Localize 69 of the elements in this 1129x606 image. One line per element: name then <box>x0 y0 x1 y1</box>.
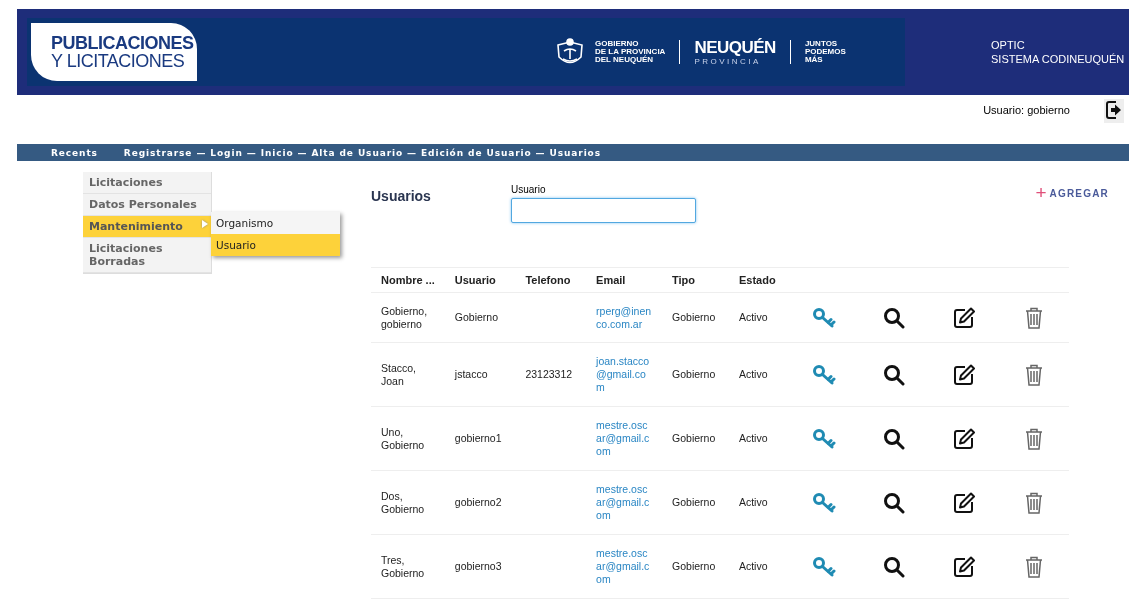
email-link[interactable]: mestre.oscar@gmail.com <box>596 419 653 458</box>
key-icon[interactable] <box>812 427 836 450</box>
edit-icon[interactable] <box>953 427 975 450</box>
table-cell: Stacco, Joan <box>371 342 445 407</box>
column-header: Nombre ... <box>371 267 445 293</box>
slogan: JUNTOS PODEMOS MÁS <box>804 40 846 64</box>
table-cell: Gobierno, gobierno <box>371 292 445 343</box>
table-cell: Gobierno <box>662 406 729 471</box>
table-cell: Activo <box>728 406 789 471</box>
table-cell: Gobierno <box>444 292 516 343</box>
table-cell: Dos, Gobierno <box>371 470 445 535</box>
table-cell: gobierno3 <box>444 534 516 599</box>
email-link[interactable]: joan.stacco@gmail.com <box>596 355 653 394</box>
edit-icon[interactable] <box>953 363 975 386</box>
user-filter-field[interactable] <box>511 198 696 223</box>
app-logo: PUBLICACIONES Y LICITACIONES <box>31 23 197 81</box>
table-cell: Activo <box>728 292 789 343</box>
trash-icon[interactable] <box>1025 306 1043 329</box>
column-header: Estado <box>728 267 789 293</box>
search-icon[interactable] <box>883 491 905 514</box>
table-cell: gobierno2 <box>444 470 516 535</box>
submenu-item[interactable]: Organismo <box>211 212 340 234</box>
province-name: NEUQUÉN <box>694 38 776 57</box>
table-cell: Tres, Gobierno <box>371 534 445 599</box>
filter-label: Usuario <box>511 184 547 195</box>
search-icon[interactable] <box>883 427 905 450</box>
table-cell: gobierno1 <box>444 406 516 471</box>
email-link[interactable]: rperg@inenco.com.ar <box>596 304 653 331</box>
search-icon[interactable] <box>883 363 905 386</box>
email-link[interactable]: mestre.oscar@gmail.com <box>596 483 653 522</box>
user-label: Usuario: gobierno <box>983 104 1070 116</box>
key-icon[interactable] <box>812 363 836 386</box>
submenu-item[interactable]: Usuario <box>211 234 340 256</box>
table-cell: Activo <box>728 534 789 599</box>
trash-icon[interactable] <box>1025 427 1043 450</box>
edit-icon[interactable] <box>953 306 975 329</box>
column-header: Telefono <box>515 267 587 293</box>
table-cell: Activo <box>728 342 789 407</box>
edit-icon[interactable] <box>953 491 975 514</box>
table-cell: Uno, Gobierno <box>371 406 445 471</box>
table-cell: Gobierno <box>662 470 729 535</box>
trash-icon[interactable] <box>1025 363 1043 386</box>
key-icon[interactable] <box>812 555 836 578</box>
recents-label: Recents <box>51 147 98 158</box>
add-button[interactable]: +AGREGAR <box>1035 186 1109 200</box>
trash-icon[interactable] <box>1025 555 1043 578</box>
search-icon[interactable] <box>883 306 905 329</box>
breadcrumb-path: Registrarse — Login — Inicio — Alta de Usuario — Edición de Usuario — Usuarios <box>123 147 601 158</box>
page-title: Usuarios <box>371 188 432 206</box>
government-name: GOBIERNO DE LA PROVINCIA DEL NEUQUÉN <box>595 40 666 64</box>
table-cell: 23123312 <box>515 342 587 407</box>
column-header: Usuario <box>444 267 516 293</box>
table-cell: Gobierno <box>662 534 729 599</box>
table-cell: Gobierno <box>662 342 729 407</box>
key-icon[interactable] <box>812 306 836 329</box>
key-icon[interactable] <box>812 491 836 514</box>
trash-icon[interactable] <box>1025 491 1043 514</box>
table-cell: Gobierno <box>662 292 729 343</box>
search-icon[interactable] <box>883 555 905 578</box>
logout-button[interactable] <box>1104 99 1124 123</box>
email-link[interactable]: mestre.oscar@gmail.com <box>596 547 653 586</box>
column-header: Tipo <box>662 267 729 293</box>
column-header: Email <box>586 267 663 293</box>
province-subtitle: PROVINCIA <box>694 56 762 66</box>
table-cell: jstacco <box>444 342 516 407</box>
edit-icon[interactable] <box>953 555 975 578</box>
system-name: OPTIC SISTEMA CODINEUQUÉN <box>991 38 1125 66</box>
table-cell: Activo <box>728 470 789 535</box>
sidebar-item[interactable]: Mantenimiento <box>83 216 211 238</box>
